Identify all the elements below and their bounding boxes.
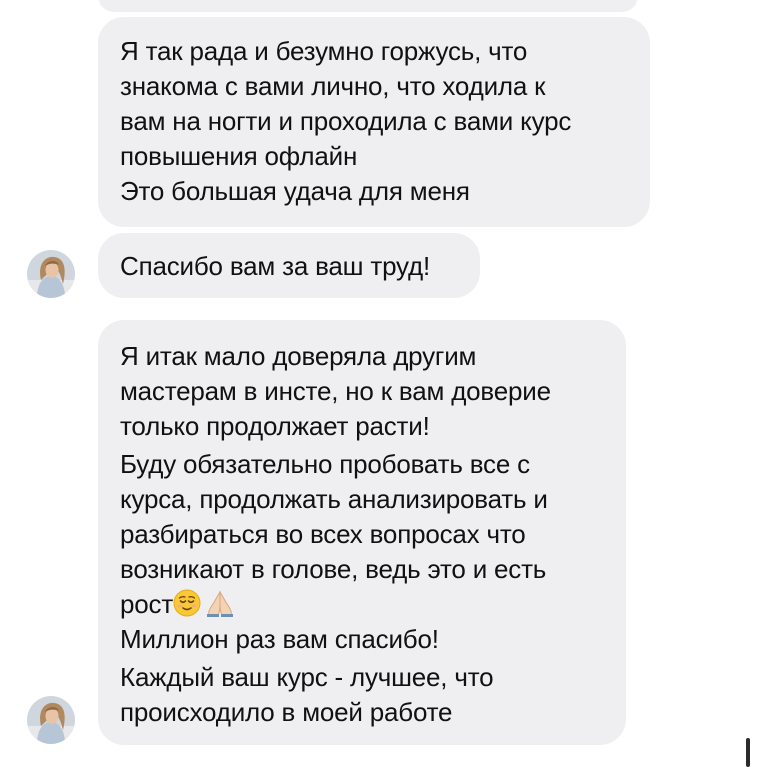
- message-line: Я так рада и безумно горжусь, что: [120, 36, 528, 66]
- message-line: рост: [120, 589, 174, 619]
- message-line: Я итак мало доверяла другим: [120, 341, 477, 371]
- sender-avatar[interactable]: [27, 250, 75, 298]
- message-bubble[interactable]: Я итак мало доверяла другим мастерам в и…: [98, 320, 626, 745]
- message-line: Буду обязательно пробовать все с: [120, 449, 530, 479]
- sender-avatar[interactable]: [27, 696, 75, 744]
- message-bubble-partial: [98, 0, 638, 12]
- message-line: Это большая удача для меня: [120, 176, 470, 206]
- message-line: Каждый ваш курс - лучшее, что: [120, 662, 494, 692]
- message-line-with-emoji: рост: [120, 588, 235, 624]
- message-line: повышения офлайн: [120, 141, 358, 171]
- message-line: разбираться во всех вопросах что: [120, 519, 526, 549]
- avatar-photo-icon: [27, 250, 75, 298]
- message-line: Миллион раз вам спасибо!: [120, 624, 439, 654]
- avatar-photo-icon: [27, 696, 75, 744]
- message-line: вам на ногти и проходила с вами курс: [120, 106, 572, 136]
- message-line: мастерам в инсте, но к вам доверие: [120, 376, 551, 406]
- message-line: возникают в голове, ведь это и есть: [120, 554, 547, 584]
- message-bubble[interactable]: Я так рада и безумно горжусь, что знаком…: [98, 17, 650, 227]
- message-line: только продолжает расти!: [120, 411, 430, 441]
- relieved-face-emoji-icon: [173, 589, 201, 624]
- scroll-indicator[interactable]: [746, 738, 750, 767]
- message-line: происходило в моей работе: [120, 697, 453, 727]
- message-line: курса, продолжать анализировать и: [120, 484, 548, 514]
- message-bubble[interactable]: Спасибо вам за ваш труд!: [98, 233, 480, 298]
- message-line: знакома с вами лично, что ходила к: [120, 71, 546, 101]
- folded-hands-emoji-icon: [205, 589, 235, 624]
- message-line: Спасибо вам за ваш труд!: [120, 251, 430, 281]
